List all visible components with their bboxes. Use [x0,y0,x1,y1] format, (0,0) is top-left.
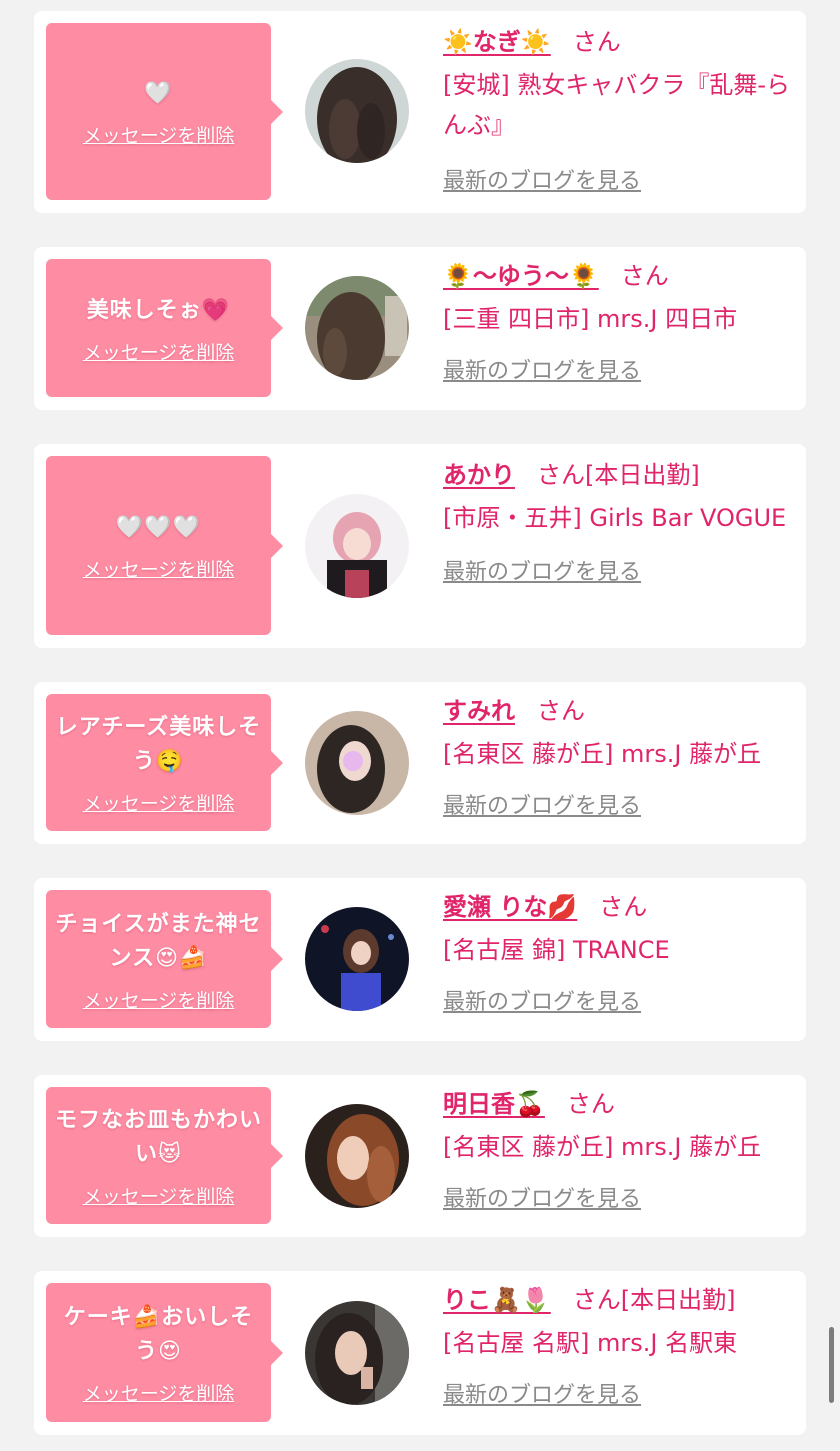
avatar[interactable] [305,711,409,815]
delete-message-link[interactable]: メッセージを削除 [83,1379,235,1406]
latest-blog-link[interactable]: 最新のブログを見る [443,353,641,385]
latest-blog-link[interactable]: 最新のブログを見る [443,788,641,820]
scrollbar[interactable] [829,1327,834,1403]
card-info: あかり さん[本日出勤] [市原・五井] Girls Bar VOGUE 最新のブ… [443,458,796,586]
cast-name-link[interactable]: あかり [443,461,515,489]
status-label: [本日出勤] [620,1286,736,1314]
message-card: レアチーズ美味しそう🤤 メッセージを削除 すみれ さん [名東区 藤が丘] mrs… [34,682,806,844]
cast-name-link[interactable]: 愛瀬 りな💋 [443,893,577,921]
message-card: 🤍🤍🤍 メッセージを削除 あかり さん[本日出勤] [市原・五井] Girls B… [34,444,806,648]
message-card: モフなお皿もかわいい😻 メッセージを削除 明日香🍒 さん [名東区 藤が丘] mr… [34,1075,806,1237]
message-bubble: 🤍🤍🤍 メッセージを削除 [46,456,283,635]
honorific: さん [599,893,648,921]
name-row: 明日香🍒 さん [443,1087,796,1121]
message-text: 🤍 [144,81,173,106]
card-info: 愛瀬 りな💋 さん [名古屋 錦] TRANCE 最新のブログを見る [443,890,796,1016]
message-bubble: 🤍 メッセージを削除 [46,23,283,200]
card-info: ☀️なぎ☀️ さん [安城] 熟女キャバクラ『乱舞-らんぶ』 最新のブログを見る [443,25,796,195]
honorific: さん [572,1286,621,1314]
cast-name-link[interactable]: すみれ [443,697,515,725]
message-text: 美味しそぉ💗 [86,297,231,323]
message-text: 🤍🤍🤍 [115,515,202,540]
avatar[interactable] [305,907,409,1011]
honorific: さん [566,1090,615,1118]
message-card: 美味しそぉ💗 メッセージを削除 🌻〜ゆう〜🌻 さん [三重 四日市] mrs.J … [34,247,806,410]
avatar[interactable] [305,494,409,598]
message-text: レアチーズ美味しそう🤤 [55,715,262,774]
latest-blog-link[interactable]: 最新のブログを見る [443,984,641,1016]
message-card: チョイスがまた神センス😍🍰 メッセージを削除 愛瀬 りな💋 さん [名古屋 錦] … [34,878,806,1041]
latest-blog-link[interactable]: 最新のブログを見る [443,163,641,195]
latest-blog-link[interactable]: 最新のブログを見る [443,1181,641,1213]
delete-message-link[interactable]: メッセージを削除 [83,121,235,148]
status-label: [本日出勤] [585,461,700,489]
card-info: 明日香🍒 さん [名東区 藤が丘] mrs.J 藤が丘 最新のブログを見る [443,1087,796,1213]
message-bubble: ケーキ🍰おいしそう😍 メッセージを削除 [46,1283,283,1422]
delete-message-link[interactable]: メッセージを削除 [83,986,235,1013]
message-card: ケーキ🍰おいしそう😍 メッセージを削除 りこ🧸🌷 さん[本日出勤] [名古屋 名駅… [34,1271,806,1435]
message-text: モフなお皿もかわいい😻 [54,1108,262,1167]
honorific: さん [620,262,669,290]
card-info: りこ🧸🌷 さん[本日出勤] [名古屋 名駅] mrs.J 名駅東 最新のブログを見… [443,1283,796,1409]
message-card: 🤍 メッセージを削除 ☀️なぎ☀️ さん [安城] 熟女キャバクラ『乱舞-らんぶ』… [34,11,806,213]
name-row: 愛瀬 りな💋 さん [443,890,796,924]
store-name: [市原・五井] Girls Bar VOGUE [443,504,787,532]
message-text: ケーキ🍰おいしそう😍 [63,1305,254,1364]
store-name: [名東区 藤が丘] mrs.J 藤が丘 [443,740,762,768]
message-text: チョイスがまた神センス😍🍰 [55,911,262,971]
store-name: [安城] 熟女キャバクラ『乱舞-らんぶ』 [443,71,791,139]
message-bubble: チョイスがまた神センス😍🍰 メッセージを削除 [46,890,283,1028]
card-info: すみれ さん [名東区 藤が丘] mrs.J 藤が丘 最新のブログを見る [443,694,796,820]
store-name: [名東区 藤が丘] mrs.J 藤が丘 [443,1133,762,1161]
name-row: りこ🧸🌷 さん[本日出勤] [443,1283,796,1317]
avatar[interactable] [305,59,409,163]
cast-name-link[interactable]: 🌻〜ゆう〜🌻 [443,262,599,290]
delete-message-link[interactable]: メッセージを削除 [83,1182,235,1209]
message-bubble: レアチーズ美味しそう🤤 メッセージを削除 [46,694,283,831]
honorific: さん [537,461,585,489]
cast-name-link[interactable]: ☀️なぎ☀️ [443,28,551,56]
avatar[interactable] [305,1104,409,1208]
avatar[interactable] [305,1301,409,1405]
delete-message-link[interactable]: メッセージを削除 [83,338,235,365]
message-bubble: 美味しそぉ💗 メッセージを削除 [46,259,283,397]
latest-blog-link[interactable]: 最新のブログを見る [443,554,641,586]
name-row: ☀️なぎ☀️ さん [443,25,796,59]
card-info: 🌻〜ゆう〜🌻 さん [三重 四日市] mrs.J 四日市 最新のブログを見る [443,259,796,385]
name-row: すみれ さん [443,694,796,728]
cast-name-link[interactable]: 明日香🍒 [443,1090,545,1118]
name-row: あかり さん[本日出勤] [443,458,796,492]
avatar[interactable] [305,276,409,380]
store-name: [名古屋 錦] TRANCE [443,936,670,964]
honorific: さん [572,28,621,56]
delete-message-link[interactable]: メッセージを削除 [83,789,235,816]
message-bubble: モフなお皿もかわいい😻 メッセージを削除 [46,1087,283,1224]
honorific: さん [537,697,585,725]
store-name: [名古屋 名駅] mrs.J 名駅東 [443,1329,738,1357]
cast-name-link[interactable]: りこ🧸🌷 [443,1286,551,1314]
delete-message-link[interactable]: メッセージを削除 [83,555,235,582]
latest-blog-link[interactable]: 最新のブログを見る [443,1377,641,1409]
store-name: [三重 四日市] mrs.J 四日市 [443,305,738,333]
name-row: 🌻〜ゆう〜🌻 さん [443,259,796,293]
